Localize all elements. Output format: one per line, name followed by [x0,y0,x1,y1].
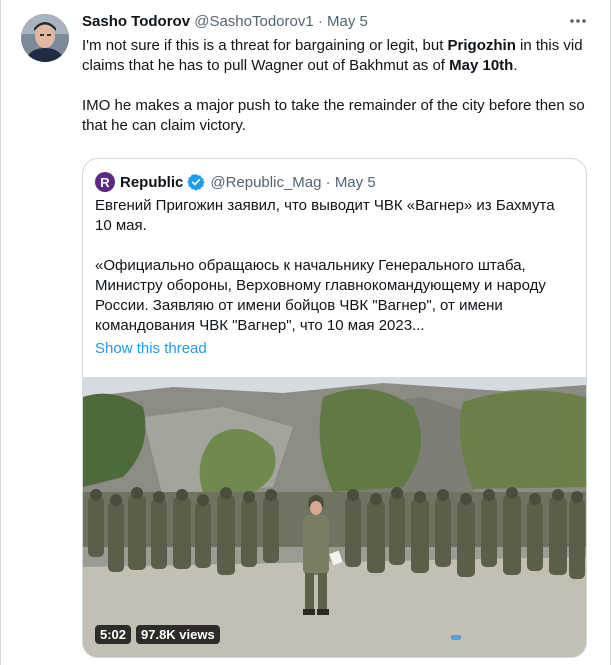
quoted-author-name[interactable]: Republic [120,174,183,191]
avatar-image [21,14,69,62]
quoted-author-handle[interactable]: @Republic_Mag [210,174,321,191]
author-name[interactable]: Sasho Todorov [82,13,190,30]
text-span: . [513,57,518,74]
tweet-paragraph-1: I'm not sure if this is a threat for bar… [82,36,587,76]
quoted-tweet-text: Евгений Пригожин заявил, что выводит ЧВК… [95,196,575,336]
verified-badge-icon [187,173,206,191]
tweet-paragraph-2: IMO he makes a major push to take the re… [82,97,585,134]
quoted-tweet-date[interactable]: May 5 [335,174,376,191]
quoted-tweet-header: R Republic @Republic_Mag · May 5 [95,172,376,192]
show-thread-link[interactable]: Show this thread [95,340,207,357]
separator-dot: · [317,13,323,30]
avatar[interactable] [21,14,69,62]
text-span: I'm not sure if this is a threat for bar… [82,37,448,54]
republic-logo[interactable]: R [95,172,115,192]
quoted-paragraph-1: Евгений Пригожин заявил, что выводит ЧВК… [95,197,555,234]
tweet-header: Sasho Todorov @SashoTodorov1 · May 5 [82,13,368,30]
quoted-paragraph-2: «Официально обращаюсь к начальнику Генер… [95,257,546,334]
video-views: 97.8K views [136,625,220,644]
bold-date: May 10th [449,57,514,74]
video-thumbnail [83,377,586,657]
bold-prigozhin: Prigozhin [447,37,516,54]
video-player[interactable]: 5:02 97.8K views [83,377,586,657]
tweet-text: I'm not sure if this is a threat for bar… [82,36,587,136]
tweet[interactable]: Sasho Todorov @SashoTodorov1 · May 5 I'm… [0,0,611,665]
more-dots-icon[interactable] [567,10,589,32]
author-handle[interactable]: @SashoTodorov1 [194,13,313,30]
video-duration: 5:02 [95,625,132,644]
tweet-date[interactable]: May 5 [327,13,368,30]
separator-dot: · [321,173,335,191]
quoted-tweet[interactable]: R Republic @Republic_Mag · May 5 Евгений… [82,158,587,658]
